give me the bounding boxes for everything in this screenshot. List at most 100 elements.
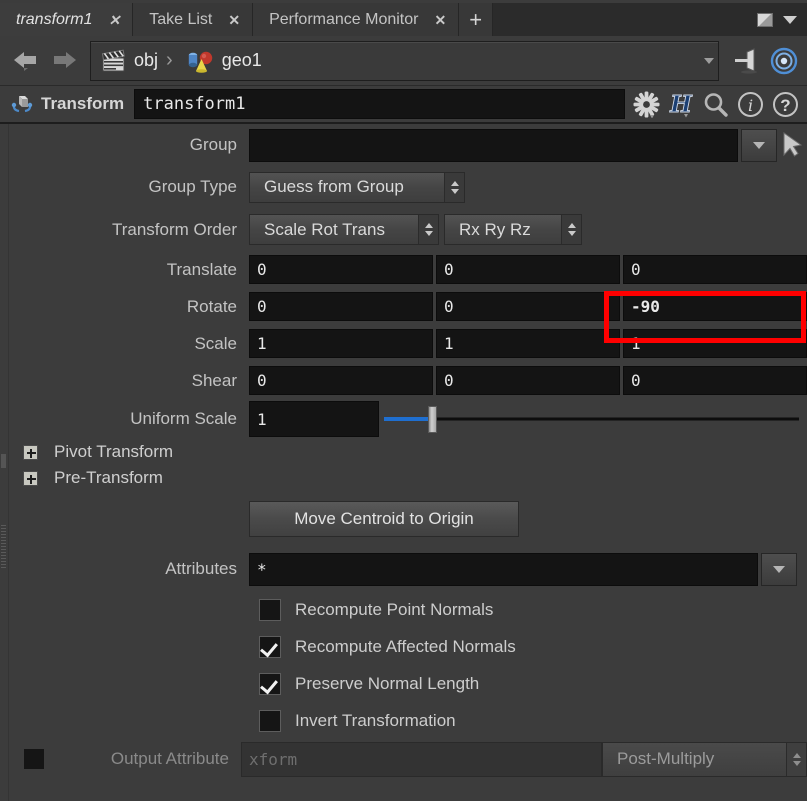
checkbox-recompute-affected-normals[interactable] <box>259 635 281 658</box>
translate-y-input[interactable]: 0 <box>436 255 620 284</box>
maximize-icon[interactable] <box>757 12 773 27</box>
houdini-h-icon[interactable]: H <box>668 91 694 118</box>
param-row-group-type: Group Type Guess from Group <box>9 166 807 208</box>
rotate-x-input[interactable]: 0 <box>249 292 433 321</box>
chevron-down-icon <box>773 565 785 573</box>
checkbox-output-attribute[interactable] <box>23 748 45 770</box>
rail-grip[interactable] <box>1 454 6 468</box>
close-icon[interactable]: ✕ <box>228 13 240 27</box>
scale-z-input[interactable]: 1 <box>623 329 807 358</box>
shear-x-input[interactable]: 0 <box>249 366 433 395</box>
rotate-z-input[interactable]: -90 <box>623 292 807 321</box>
param-row-scale: Scale 1 1 1 <box>9 325 807 362</box>
breadcrumb-separator: › <box>166 49 173 71</box>
attributes-input[interactable]: * <box>249 552 758 586</box>
pin-icon <box>735 47 757 74</box>
help-icon[interactable]: ? <box>772 91 799 118</box>
tab-performance-monitor[interactable]: Performance Monitor ✕ <box>253 3 460 36</box>
svg-text:i: i <box>748 96 753 115</box>
chevron-down-icon[interactable] <box>783 15 797 24</box>
group-type-menu[interactable]: Guess from Group <box>249 171 465 203</box>
transform-order-rotate-value: Rx Ry Rz <box>459 219 531 239</box>
shear-y-input[interactable]: 0 <box>436 366 620 395</box>
search-icon[interactable] <box>702 91 729 118</box>
spinner-icon[interactable] <box>418 215 438 244</box>
geometry-object-icon <box>188 51 212 73</box>
scale-y-input[interactable]: 1 <box>436 329 620 358</box>
transform-order-rotate-menu[interactable]: Rx Ry Rz <box>444 214 582 245</box>
close-icon[interactable]: ✕ <box>434 13 446 27</box>
shear-z-input[interactable]: 0 <box>623 366 807 395</box>
chevron-down-icon[interactable] <box>704 57 714 64</box>
checkbox-invert-transformation[interactable] <box>259 709 281 732</box>
tab-bar-spacer <box>493 3 757 36</box>
group-input[interactable] <box>249 128 738 162</box>
group-dropdown-button[interactable] <box>741 128 777 162</box>
param-row-preserve-normal-length: Preserve Normal Length <box>9 665 807 702</box>
uniform-scale-slider[interactable] <box>384 404 807 435</box>
param-label-uniform-scale: Uniform Scale <box>130 409 237 428</box>
plus-box-icon[interactable] <box>23 444 38 460</box>
checkbox-recompute-point-normals[interactable] <box>259 598 281 621</box>
info-icon[interactable]: i <box>737 91 764 118</box>
node-path-input[interactable]: obj › geo1 <box>90 40 719 81</box>
output-attribute-input[interactable]: xform <box>241 741 602 777</box>
parameter-body: Group Group Type Guess from Group Transf… <box>0 124 807 801</box>
param-label-shear: Shear <box>191 370 237 390</box>
param-row-group: Group <box>9 124 807 166</box>
transform-order-srt-menu[interactable]: Scale Rot Trans <box>249 214 439 245</box>
attributes-dropdown-button[interactable] <box>761 552 797 586</box>
group-picker-button[interactable] <box>777 132 807 158</box>
rotate-z-value: -90 <box>631 297 660 316</box>
svg-text:?: ? <box>780 96 790 115</box>
spinner-icon[interactable] <box>561 215 581 244</box>
tab-label: Take List <box>149 10 213 28</box>
plus-box-icon[interactable] <box>23 470 38 486</box>
add-tab-button[interactable]: + <box>459 3 494 36</box>
output-attribute-mode-menu[interactable]: Post-Multiply <box>602 741 807 777</box>
param-row-uniform-scale: Uniform Scale 1 <box>9 399 807 439</box>
tab-take-list[interactable]: Take List ✕ <box>133 3 254 36</box>
transform-order-srt-value: Scale Rot Trans <box>264 219 385 239</box>
scale-x-input[interactable]: 1 <box>249 329 433 358</box>
close-icon[interactable]: ✕ <box>108 13 120 27</box>
param-row-translate: Translate 0 0 0 <box>9 251 807 288</box>
back-arrow-icon[interactable] <box>10 46 44 76</box>
breadcrumb-obj[interactable]: obj <box>91 48 164 74</box>
spinner-icon[interactable] <box>444 172 464 202</box>
node-type-title: Transform <box>41 94 125 113</box>
breadcrumb-geo1[interactable]: geo1 <box>175 48 268 74</box>
transform-node-icon <box>11 96 33 113</box>
tab-transform1[interactable]: transform1 ✕ <box>0 3 134 36</box>
output-attribute-placeholder: xform <box>249 749 298 769</box>
breadcrumb-label: obj <box>134 50 159 70</box>
rotate-y-input[interactable]: 0 <box>436 292 620 321</box>
param-row-output-attribute: Output Attribute xform Post-Multiply <box>9 739 807 779</box>
uniform-scale-input[interactable]: 1 <box>249 401 379 437</box>
collapsible-pivot-transform[interactable]: Pivot Transform <box>9 439 807 465</box>
shear-fields: 0 0 0 <box>249 366 807 395</box>
path-bar: obj › geo1 <box>0 36 807 86</box>
path-bar-icons <box>723 47 807 75</box>
param-row-invert-transformation: Invert Transformation <box>9 702 807 739</box>
node-name-input[interactable]: transform1 <box>134 89 625 119</box>
scale-fields: 1 1 1 <box>249 329 807 358</box>
slider-handle[interactable] <box>428 405 437 433</box>
forward-arrow-icon[interactable] <box>48 46 82 76</box>
move-centroid-to-origin-button[interactable]: Move Centroid to Origin <box>249 501 519 537</box>
translate-x-input[interactable]: 0 <box>249 255 433 284</box>
scale-y-value: 1 <box>444 334 454 353</box>
navigation-arrows <box>0 46 90 76</box>
gear-icon[interactable] <box>633 91 660 118</box>
translate-z-input[interactable]: 0 <box>623 255 807 284</box>
spinner-icon[interactable] <box>786 742 806 776</box>
param-label-output-attribute: Output Attribute <box>110 749 229 768</box>
checkbox-label: Recompute Affected Normals <box>295 636 516 656</box>
param-label-rotate: Rotate <box>186 296 237 316</box>
rotate-y-value: 0 <box>444 297 454 316</box>
checkbox-preserve-normal-length[interactable] <box>259 672 281 695</box>
panel-left-rail[interactable] <box>0 124 9 801</box>
param-label-translate: Translate <box>166 259 237 279</box>
param-label-attributes: Attributes <box>165 559 237 578</box>
collapsible-pre-transform[interactable]: Pre-Transform <box>9 465 807 491</box>
